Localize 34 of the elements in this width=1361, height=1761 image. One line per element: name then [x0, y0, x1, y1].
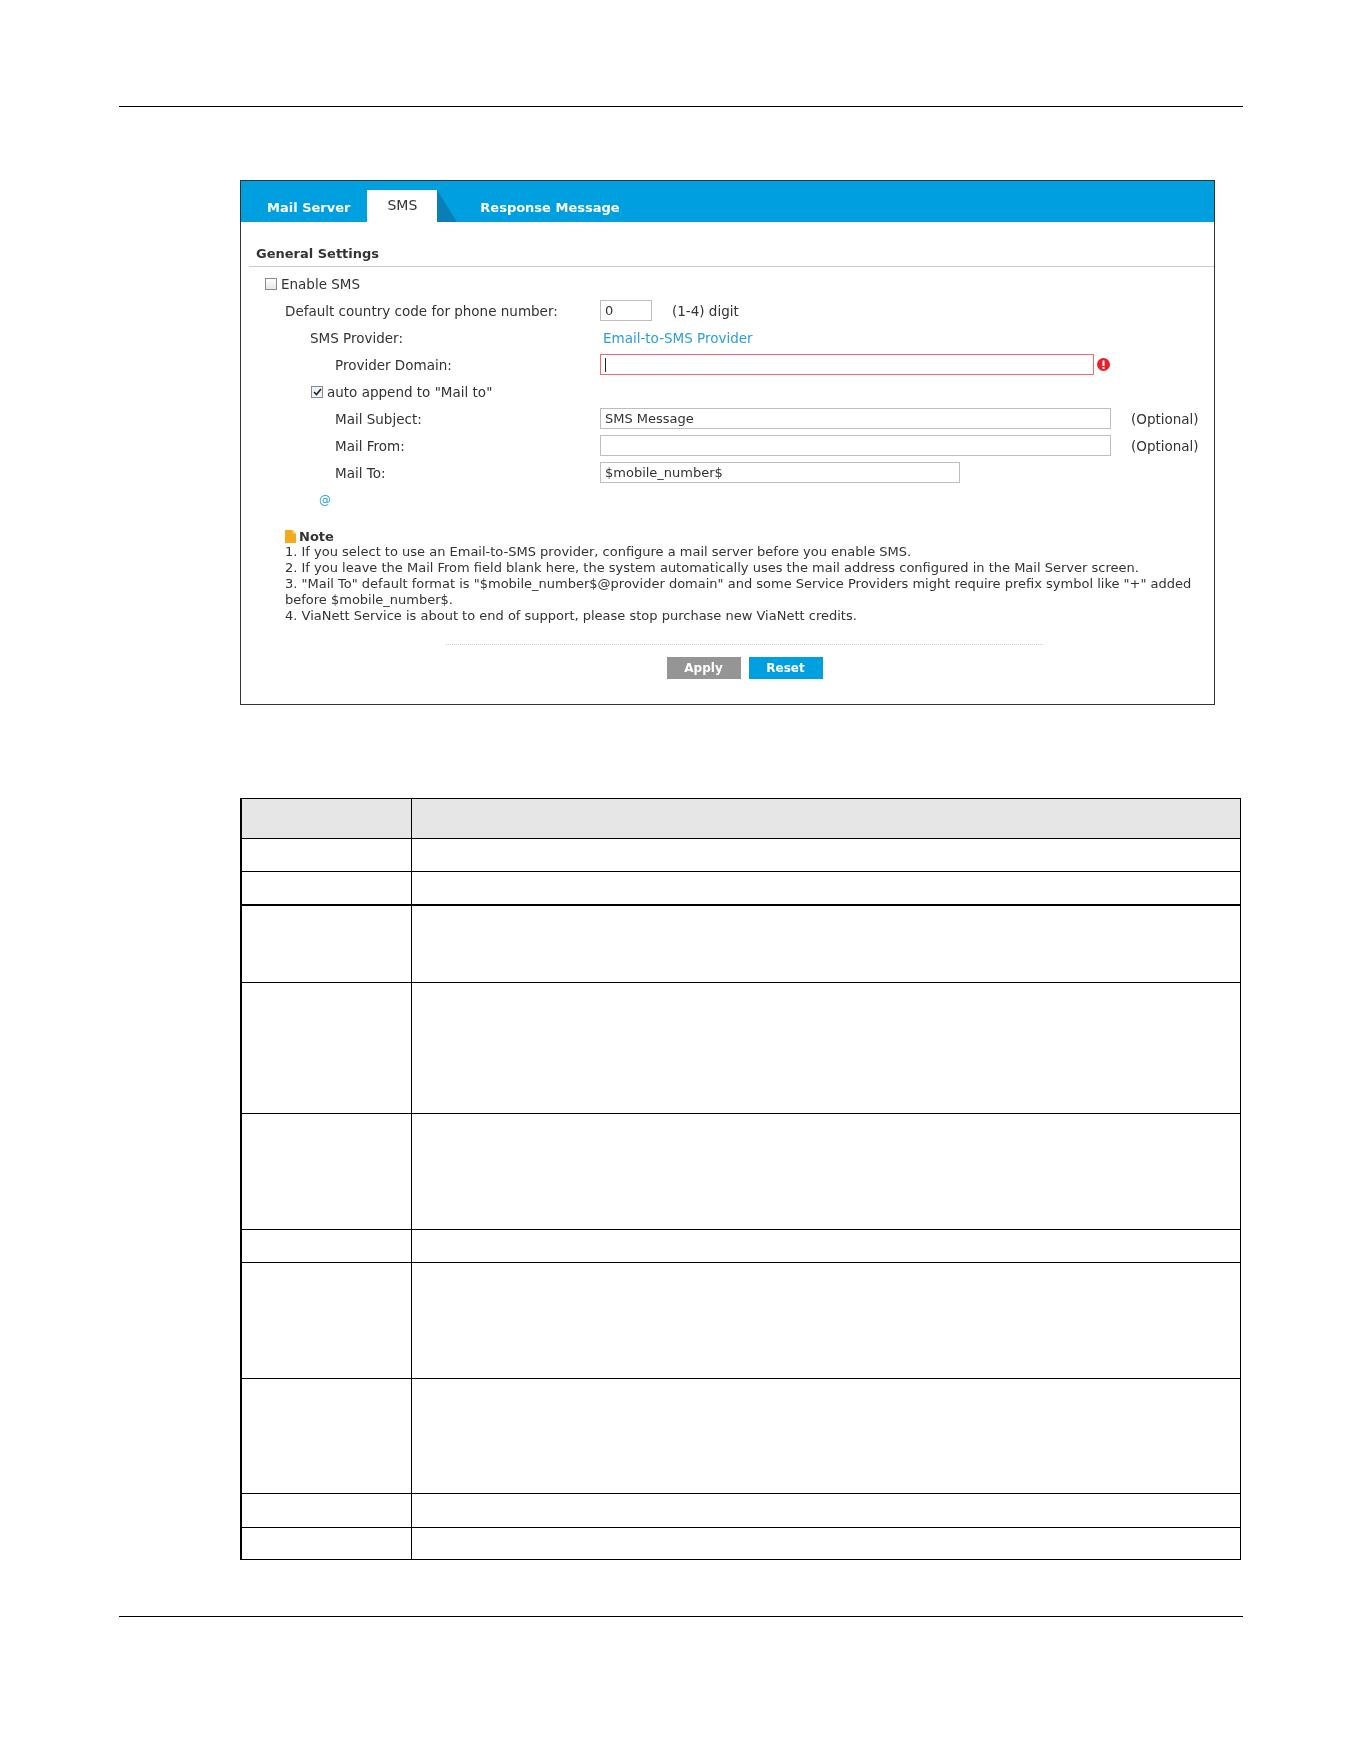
hint-text: (1-4) digit: [672, 302, 739, 319]
note-text: 1. If you select to use an Email-to-SMS provider, configure a mail server before you enable SMS.: [285, 544, 913, 560]
input-field[interactable]: [600, 354, 1094, 375]
at-symbol: @: [319, 492, 331, 507]
checkbox[interactable]: [311, 385, 323, 398]
note-text: 4. ViaNett Service is about to end of support, please stop purchase new ViaNett credits.: [285, 608, 858, 624]
note-text: 3. "Mail To" default format is "$mobile_number$@provider domain" and some Service Providers might require prefix symbol like "+" added before $mobile_number$.: [285, 576, 1193, 608]
field-label: Default country code for phone number:: [285, 302, 558, 319]
tab[interactable]: SMS: [367, 190, 438, 222]
tab[interactable]: Mail Server: [250, 181, 368, 222]
field-label: Provider Domain:: [335, 356, 452, 373]
checkbox[interactable]: [265, 277, 277, 290]
input-field[interactable]: $mobile_number$: [600, 462, 960, 483]
hint-text: (Optional): [1131, 410, 1199, 427]
reset-button[interactable]: Reset: [748, 657, 823, 679]
input-field[interactable]: 0: [600, 300, 652, 321]
checkbox-label: auto append to "Mail to": [327, 383, 493, 400]
checkbox-label: Enable SMS: [281, 275, 361, 292]
note-text: 2. If you leave the Mail From field blank here, the system automatically uses the mail address configured in the Mail Server screen.: [285, 560, 1140, 576]
field-label: Mail From:: [335, 437, 405, 454]
error-icon: [1097, 358, 1110, 371]
tab-shadow-icon: [437, 190, 458, 222]
note-icon: [285, 529, 296, 543]
section-title: General Settings: [249, 245, 1214, 267]
provider-link[interactable]: Email-to-SMS Provider: [603, 329, 753, 346]
input-field[interactable]: [600, 435, 1111, 456]
checkmark-icon: [312, 387, 322, 396]
field-label: SMS Provider:: [310, 329, 403, 346]
tab[interactable]: Response Message: [463, 181, 637, 222]
field-label: Mail Subject:: [335, 410, 422, 427]
field-label: Mail To:: [335, 464, 386, 481]
note-title: Note: [299, 528, 334, 544]
hint-text: (Optional): [1131, 437, 1199, 454]
input-field[interactable]: SMS Message: [600, 408, 1111, 429]
